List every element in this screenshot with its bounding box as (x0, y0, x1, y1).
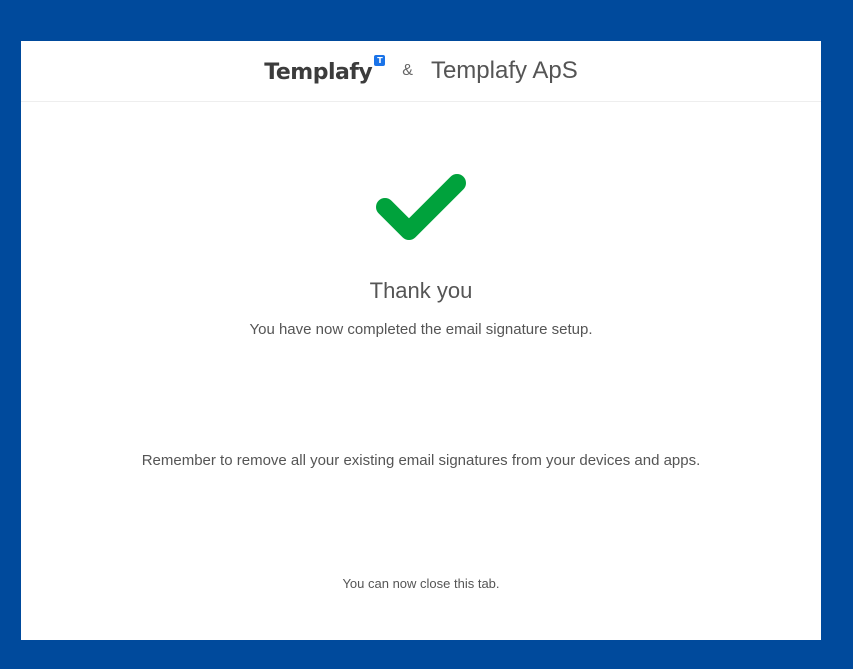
reminder-message: Remember to remove all your existing ema… (141, 452, 701, 469)
page-title: Thank you (369, 278, 473, 303)
company-name: Templafy ApS (430, 57, 578, 84)
completion-message: You have now completed the email signatu… (249, 321, 593, 338)
close-tab-note: You can now close this tab. (342, 576, 500, 591)
logo-badge: T (374, 54, 386, 66)
logo-text: Templafy (264, 59, 373, 85)
checkmark-icon (376, 174, 466, 240)
header-separator: & (402, 62, 413, 79)
templafy-logo: Templafy T (264, 54, 386, 85)
success-indicator (21, 169, 821, 245)
header: Templafy T & Templafy ApS (21, 41, 821, 102)
confirmation-card: Templafy T & Templafy ApS Thank you You … (21, 41, 821, 640)
